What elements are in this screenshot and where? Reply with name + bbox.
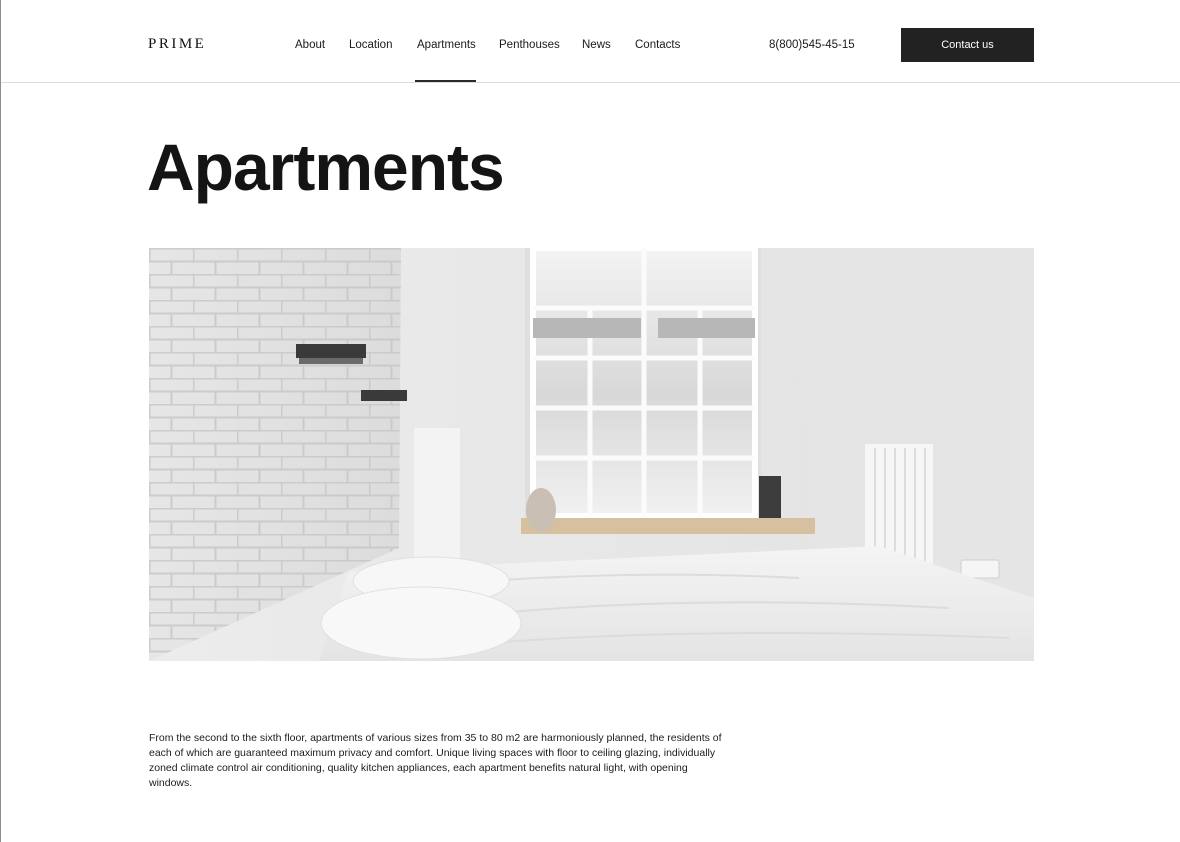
apartment-photo — [149, 248, 1034, 661]
brand-logo[interactable]: PRIME — [148, 36, 206, 53]
contact-us-button[interactable]: Contact us — [901, 28, 1034, 62]
nav-item-apartments[interactable]: Apartments — [417, 39, 476, 51]
nav-item-about[interactable]: About — [295, 39, 325, 51]
site-header: PRIME About Location Apartments Penthous… — [1, 0, 1180, 83]
phone-number[interactable]: 8(800)545-45-15 — [769, 39, 855, 51]
apartments-description: From the second to the sixth floor, apar… — [149, 732, 722, 789]
nav-item-location[interactable]: Location — [349, 39, 392, 51]
nav-item-news[interactable]: News — [582, 39, 611, 51]
nav-item-penthouses[interactable]: Penthouses — [499, 39, 560, 51]
page-title: Apartments — [147, 130, 505, 204]
active-nav-indicator — [415, 80, 476, 82]
nav-item-contacts[interactable]: Contacts — [635, 39, 680, 51]
